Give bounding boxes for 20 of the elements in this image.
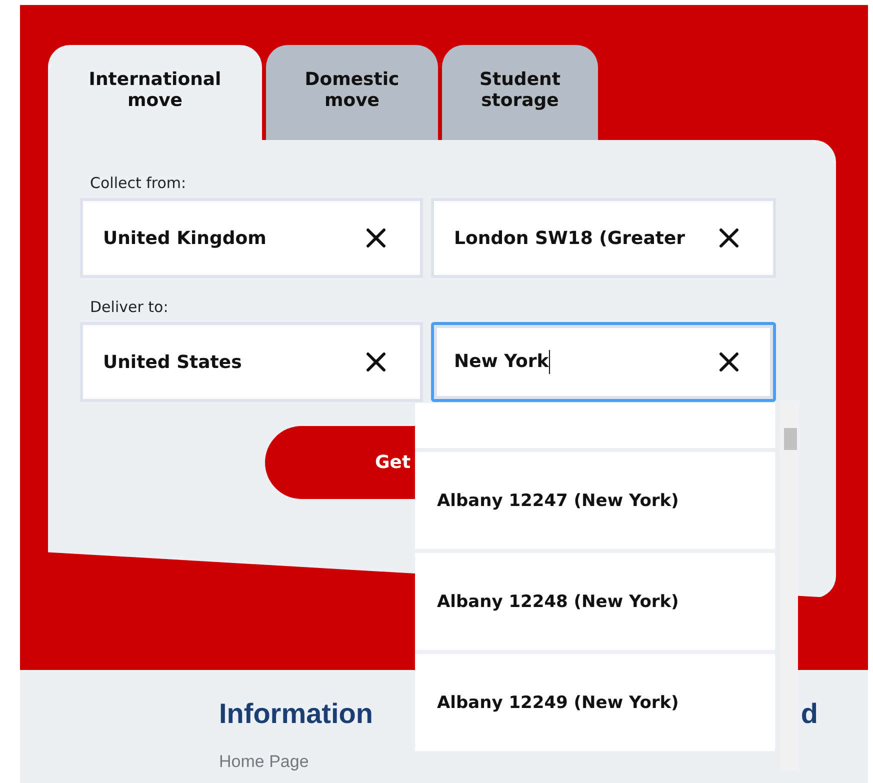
footer-heading: Information (219, 698, 373, 730)
suggestion-item[interactable]: Albany 12248 (New York) (415, 553, 775, 650)
input-field[interactable]: United States (80, 322, 423, 402)
field-label: Collect from: (90, 174, 188, 192)
suggestion-item[interactable]: Albany 12247 (New York) (415, 452, 775, 549)
scrollbar[interactable] (781, 403, 798, 770)
tab[interactable]: International move (48, 45, 262, 140)
footer-heading: d (800, 698, 818, 730)
field-label: Deliver to: (90, 298, 170, 316)
clear-icon[interactable] (366, 228, 386, 248)
tab[interactable]: Student storage (442, 45, 598, 140)
tab[interactable]: Domestic move (266, 45, 438, 140)
input-field[interactable]: United Kingdom (80, 198, 423, 278)
suggestion-item[interactable]: Albany 12249 (New York) (415, 654, 775, 751)
input-field[interactable]: New York (431, 322, 776, 402)
footer-link[interactable]: Home Page (219, 752, 373, 772)
clear-icon[interactable] (719, 228, 739, 248)
input-field[interactable]: London SW18 (Greater (431, 198, 776, 278)
clear-icon[interactable] (366, 352, 386, 372)
clear-icon[interactable] (719, 352, 739, 372)
